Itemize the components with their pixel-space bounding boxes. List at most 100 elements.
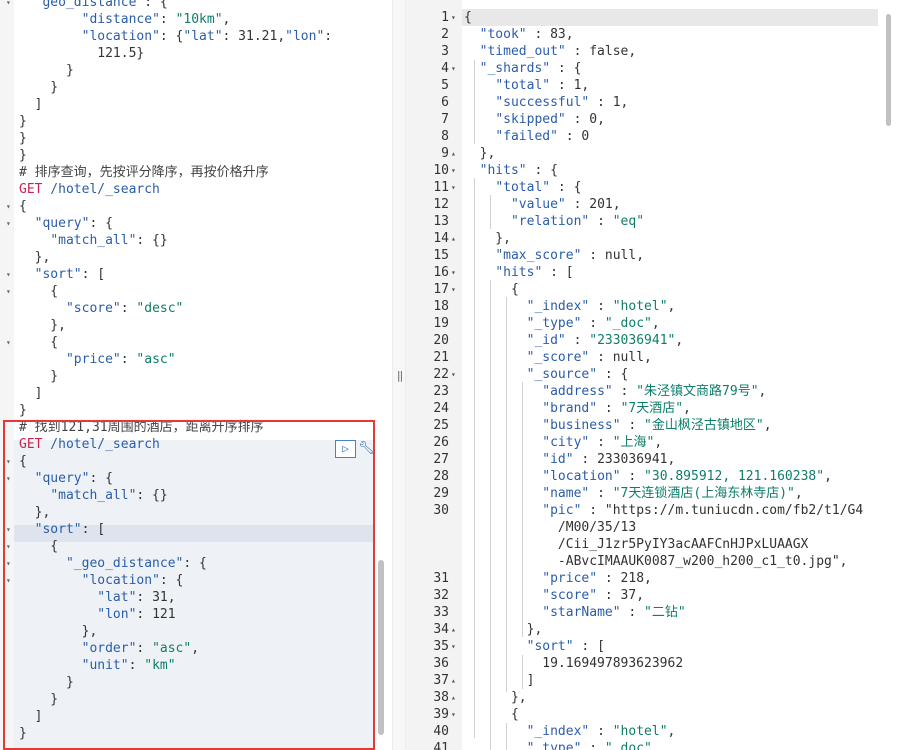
request-line[interactable]: "sort": [ (19, 521, 105, 538)
fold-arrow-icon[interactable]: ▴ (451, 621, 456, 638)
fold-arrow-icon[interactable]: ▴ (451, 689, 456, 706)
fold-arrow-icon[interactable]: ▴ (451, 672, 456, 689)
fold-arrow-icon[interactable]: ▾ (6, 0, 11, 7)
request-line[interactable]: } (19, 113, 27, 130)
request-line[interactable]: { (19, 283, 58, 300)
fold-arrow-icon[interactable]: ▾ (451, 366, 456, 383)
request-line[interactable]: { (19, 198, 27, 215)
request-line[interactable]: "distance": "10km", (19, 11, 231, 28)
fold-arrow-icon[interactable]: ▾ (451, 706, 456, 723)
response-line: "value" : 201, (510, 197, 621, 212)
fold-arrow-icon[interactable]: ▾ (451, 9, 456, 26)
fold-arrow-icon[interactable]: ▾ (451, 281, 456, 298)
request-line[interactable]: ] (19, 385, 43, 402)
request-line[interactable]: } (19, 79, 58, 96)
line-number: 41 (433, 741, 449, 750)
request-line[interactable]: }, (19, 249, 51, 266)
request-editor-pane[interactable]: ▾ ▾ ▾ ▾ ▾ ▾ ▾ ▾ ▾ ▾ ▾ ▾ "geo_distance": { "distance… (0, 0, 392, 750)
request-line[interactable]: "lon": 121 (19, 606, 175, 623)
request-line[interactable]: } (19, 691, 58, 708)
request-line[interactable]: "geo_distance": { (19, 0, 168, 11)
line-number: 29 (433, 486, 449, 501)
fold-arrow-icon[interactable]: ▾ (6, 542, 11, 551)
request-line[interactable]: # 排序查询，先按评分降序，再按价格升序 (19, 164, 269, 181)
fold-arrow-icon[interactable]: ▾ (451, 264, 456, 281)
request-line[interactable]: "location": {"lat": 31.21,"lon": (19, 28, 333, 45)
fold-arrow-icon[interactable]: ▾ (451, 179, 456, 196)
response-line: "_source" : { (526, 367, 629, 382)
request-line[interactable]: "query": { (19, 470, 113, 487)
line-number: 6 (441, 95, 449, 110)
fold-arrow-icon[interactable]: ▾ (6, 219, 11, 228)
request-line[interactable]: GET /hotel/_search (19, 181, 160, 198)
request-line[interactable]: { (19, 538, 58, 555)
line-number: 36 (433, 656, 449, 671)
response-line: "_id" : "233036941", (526, 333, 684, 348)
fold-arrow-icon[interactable]: ▾ (451, 60, 456, 77)
response-scrollbar[interactable] (886, 14, 891, 126)
request-line[interactable]: ] (19, 96, 43, 113)
response-line: { (464, 282, 519, 297)
request-line[interactable]: }, (19, 317, 66, 334)
fold-arrow-icon[interactable]: ▾ (6, 474, 11, 483)
request-line[interactable]: 121.5} (19, 45, 144, 62)
request-line[interactable]: # 找到121,31周围的酒店，距离升序排序 (19, 419, 264, 436)
request-line[interactable]: } (19, 368, 58, 385)
fold-arrow-icon[interactable]: ▴ (451, 230, 456, 247)
request-line[interactable]: "score": "desc" (19, 300, 183, 317)
fold-arrow-icon[interactable]: ▾ (451, 162, 456, 179)
request-settings-button[interactable]: 🔧︎ (358, 440, 375, 458)
request-line[interactable]: "unit": "km" (19, 657, 176, 674)
response-viewer-pane[interactable]: 1 ▾ 2 3 4 ▾ 5 6 7 8 9 ▴ 10 ▾ 11 ▾ 12 13 14 ▴ 15 16 ▾ 17 ▾ 18 19 20 2… (406, 0, 910, 750)
request-line[interactable]: "match_all": {} (19, 487, 167, 504)
request-line[interactable]: GET /hotel/_search (19, 436, 160, 453)
response-line: "business" : "金山枫泾古镇地区", (542, 418, 772, 433)
request-editor-scrollbar[interactable] (378, 560, 384, 735)
fold-arrow-icon[interactable]: ▾ (6, 338, 11, 347)
request-line[interactable]: { (19, 334, 58, 351)
fold-arrow-icon[interactable]: ▾ (6, 287, 11, 296)
request-line[interactable]: } (19, 62, 74, 79)
pane-divider[interactable]: ‖ (392, 0, 406, 750)
resize-handle-icon[interactable]: ‖ (395, 368, 405, 384)
line-number: 7 (441, 112, 449, 127)
run-request-button[interactable]: ▷ (335, 440, 356, 458)
request-line[interactable]: } (19, 130, 27, 147)
request-line[interactable]: "price": "asc" (19, 351, 176, 368)
request-line[interactable]: "location": { (19, 572, 184, 589)
fold-arrow-icon[interactable]: ▾ (6, 457, 11, 466)
line-number: 19 (433, 316, 449, 331)
request-line[interactable]: "_geo_distance": { (19, 555, 207, 572)
request-line[interactable]: "match_all": {} (19, 232, 167, 249)
request-line[interactable]: "sort": [ (19, 266, 105, 283)
response-gutter: 1 ▾ 2 3 4 ▾ 5 6 7 8 9 ▴ 10 ▾ 11 ▾ 12 13 14 ▴ 15 16 ▾ 17 ▾ 18 19 20 2… (406, 0, 462, 750)
response-line: { (464, 707, 519, 722)
line-number: 1 (441, 10, 449, 25)
response-line: 19.169497893623962 (464, 656, 684, 671)
line-number: 38 (433, 690, 449, 705)
fold-arrow-icon[interactable]: ▾ (6, 525, 11, 534)
request-line[interactable]: } (19, 402, 27, 419)
response-line: }, (464, 231, 511, 246)
request-line[interactable]: } (19, 147, 27, 164)
request-line[interactable]: } (19, 725, 27, 742)
request-line[interactable]: { (19, 453, 27, 470)
play-icon: ▷ (342, 442, 349, 455)
fold-arrow-icon[interactable]: ▾ (451, 638, 456, 655)
fold-arrow-icon[interactable]: ▴ (451, 145, 456, 162)
fold-arrow-icon[interactable]: ▾ (6, 559, 11, 568)
request-line[interactable]: }, (19, 504, 51, 521)
fold-arrow-icon[interactable]: ▾ (6, 576, 11, 585)
line-number: 10 (433, 163, 449, 178)
request-line[interactable]: "order": "asc", (19, 640, 199, 657)
request-line[interactable]: "query": { (19, 215, 113, 232)
line-number: 14 (433, 231, 449, 246)
fold-arrow-icon[interactable]: ▾ (6, 270, 11, 279)
fold-arrow-icon[interactable]: ▾ (6, 202, 11, 211)
request-line[interactable]: }, (19, 623, 98, 640)
request-line[interactable]: "lat": 31, (19, 589, 175, 606)
response-line: { (464, 10, 472, 25)
response-line: "timed_out" : false, (479, 44, 637, 59)
request-line[interactable]: ] (19, 708, 43, 725)
request-line[interactable]: } (19, 674, 74, 691)
